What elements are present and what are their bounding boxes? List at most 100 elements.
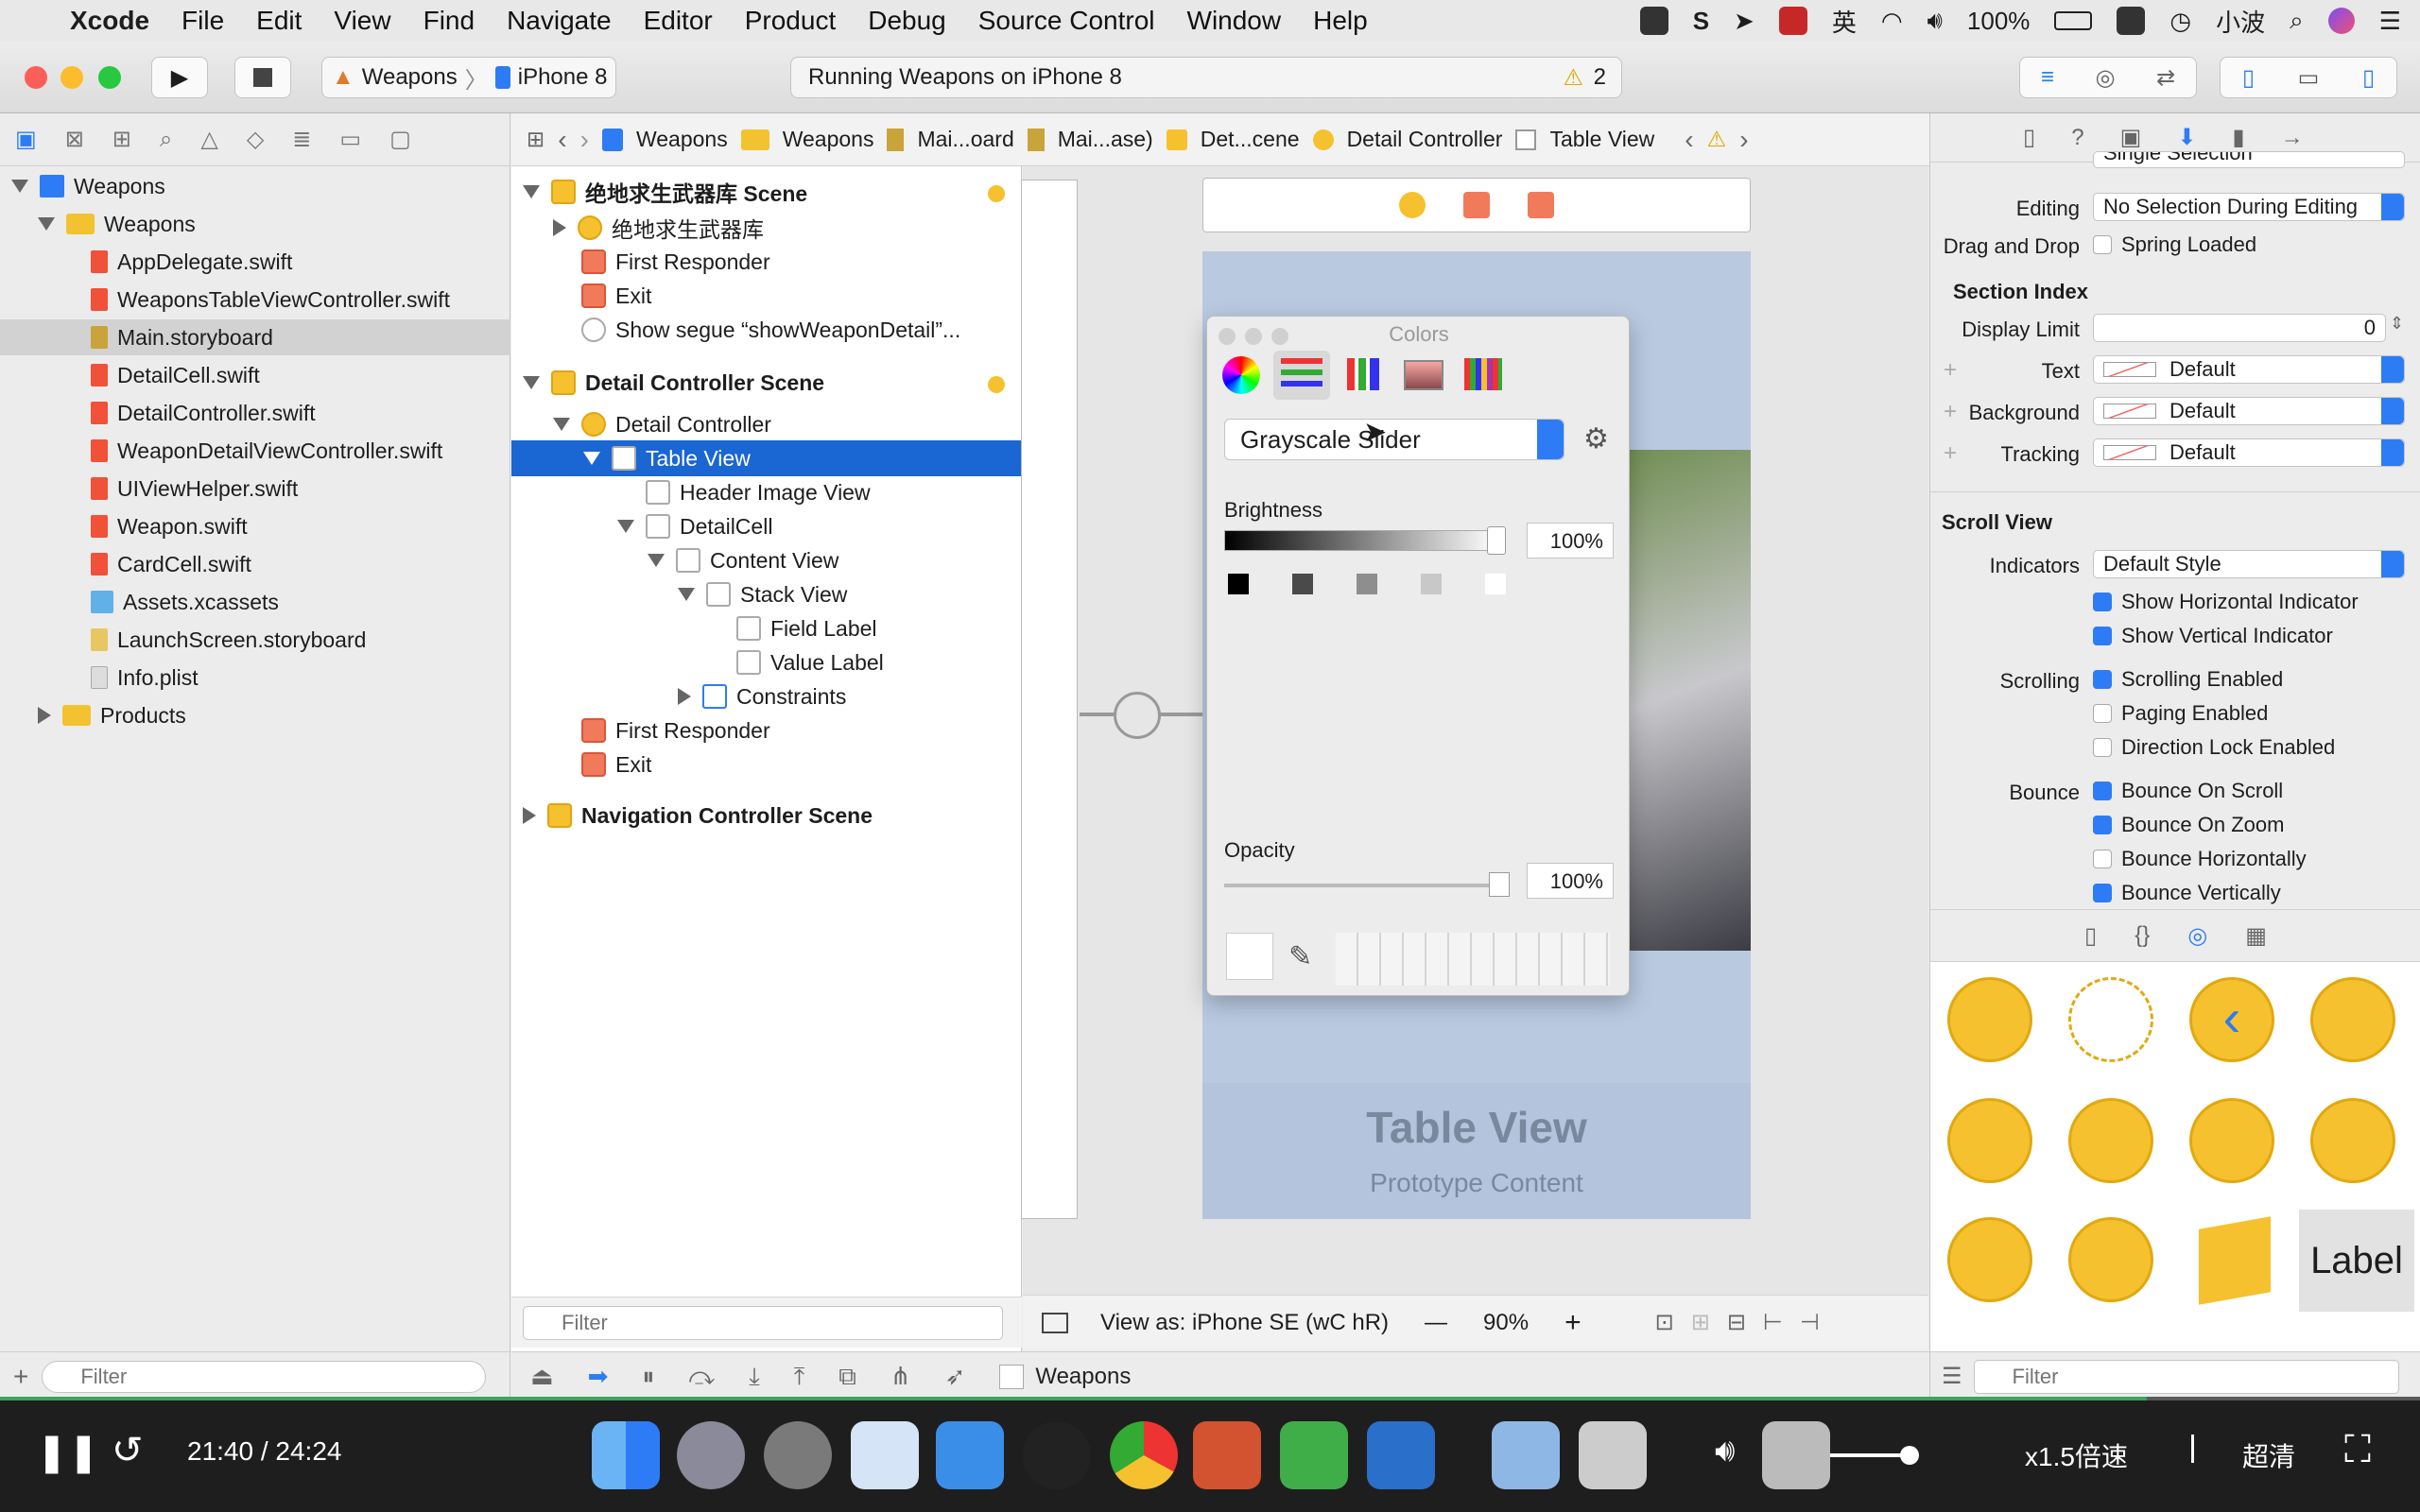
system-preferences-dock-icon[interactable]	[764, 1421, 832, 1489]
standard-editor-icon[interactable]: ≡	[2041, 64, 2054, 91]
utilities-toggle-icon[interactable]: ▯	[2362, 64, 2375, 92]
back-icon[interactable]: ‹	[1685, 125, 1693, 155]
stop-button[interactable]	[234, 57, 291, 98]
object-icon[interactable]	[2199, 1216, 2271, 1305]
symbol-icon[interactable]: ⊞	[112, 126, 131, 153]
outline-row[interactable]: DetailCell	[617, 508, 772, 544]
outline-row[interactable]: First Responder	[581, 244, 770, 280]
menu-product[interactable]: Product	[745, 6, 837, 36]
outline-row[interactable]: First Responder	[581, 713, 770, 748]
evernote-icon[interactable]	[1639, 7, 1668, 35]
align-icon[interactable]: ⊟	[1727, 1309, 1746, 1336]
menu-debug[interactable]: Debug	[868, 6, 946, 36]
qq-dock-icon[interactable]	[1023, 1421, 1091, 1489]
list-view-icon[interactable]: ☰	[1942, 1363, 1962, 1390]
embed-in-icon[interactable]: ⊞	[1691, 1309, 1710, 1336]
report-icon[interactable]: ▢	[389, 126, 411, 153]
list-item[interactable]: Weapons	[11, 168, 165, 204]
battery-icon[interactable]	[2054, 11, 2093, 30]
label-library-item[interactable]: Label	[2299, 1210, 2414, 1312]
list-item[interactable]: WeaponDetailViewController.swift	[91, 433, 442, 469]
resolve-icon[interactable]: ⊣	[1800, 1309, 1820, 1336]
media-library-icon[interactable]: ▦	[2245, 922, 2267, 950]
editing-popup[interactable]: No Selection During Editing	[2093, 193, 2405, 221]
volume-icon[interactable]: 🔊︎	[1927, 6, 1943, 36]
outline-row[interactable]: Content View	[648, 542, 838, 578]
red-app-icon[interactable]	[1778, 7, 1807, 35]
brightness-input[interactable]: 100%	[1527, 523, 1614, 558]
swatch-grid[interactable]	[1336, 933, 1610, 986]
jump-item[interactable]: Mai...oard	[917, 127, 1013, 152]
attributes-inspector-icon[interactable]: ⬇	[2177, 124, 2196, 151]
jump-item[interactable]: Table View	[1549, 127, 1654, 152]
debug-toggle-icon[interactable]: ▭	[2298, 64, 2320, 92]
checkbox-box[interactable]	[2093, 884, 2112, 902]
checkbox-box[interactable]	[2093, 670, 2112, 689]
tab-bar-controller-icon[interactable]	[2068, 1098, 2153, 1183]
menu-find[interactable]: Find	[424, 6, 475, 36]
video-quality[interactable]: 超清	[2242, 1436, 2295, 1474]
menu-editor[interactable]: Editor	[644, 6, 713, 36]
bounce-zoom-checkbox[interactable]: Bounce On Zoom	[2093, 813, 2284, 837]
test-icon[interactable]: ◇	[247, 126, 264, 153]
identity-inspector-icon[interactable]: ▣	[2120, 124, 2142, 151]
outline-filter-input[interactable]	[523, 1305, 1003, 1340]
ime-indicator[interactable]: 英	[1832, 4, 1857, 39]
gear-icon[interactable]: ⚙	[1583, 422, 1609, 455]
notification-center-icon[interactable]: ☰	[2379, 7, 2401, 36]
navigation-controller-icon[interactable]: ‹	[2189, 977, 2274, 1062]
list-item[interactable]: LaunchScreen.storyboard	[91, 622, 366, 658]
assistant-editor-icon[interactable]: ◎	[2095, 64, 2115, 92]
version-editor-icon[interactable]: ⇄	[2156, 64, 2175, 92]
menu-edit[interactable]: Edit	[256, 6, 302, 36]
folder-icon[interactable]: ▣	[15, 126, 37, 153]
disclosure-icon[interactable]	[553, 219, 566, 236]
step-in-icon[interactable]: ⤓	[749, 1362, 760, 1392]
zoom-in-icon[interactable]: +	[1564, 1307, 1582, 1339]
close-window-button[interactable]	[25, 66, 47, 89]
disclosure-icon[interactable]	[678, 688, 691, 705]
bounce-scroll-checkbox[interactable]: Bounce On Scroll	[2093, 779, 2283, 803]
checkbox-box[interactable]	[2093, 593, 2112, 611]
disclosure-icon[interactable]	[617, 520, 634, 533]
warning-icon[interactable]: ⚠	[1563, 64, 1583, 92]
simulate-location-icon[interactable]: ➶	[945, 1362, 966, 1391]
opacity-slider[interactable]	[1224, 884, 1508, 887]
swatch-white[interactable]	[1485, 574, 1506, 594]
selection-popup[interactable]: Single Selection	[2093, 151, 2405, 168]
size-inspector-icon[interactable]: ▮	[2232, 124, 2244, 151]
current-color-well[interactable]	[1226, 933, 1273, 980]
send-icon[interactable]: ➤	[1734, 7, 1754, 36]
checkbox-box[interactable]	[2093, 738, 2112, 757]
menu-view[interactable]: View	[334, 6, 390, 36]
view-hierarchy-icon[interactable]: ⧉	[838, 1362, 856, 1392]
list-item[interactable]: Weapon.swift	[91, 508, 248, 544]
zoom-window-button[interactable]	[98, 66, 121, 89]
view-as-label[interactable]: View as: iPhone SE (wC hR)	[1100, 1310, 1389, 1336]
exit-icon[interactable]	[1528, 192, 1554, 218]
list-item[interactable]: CardCell.swift	[91, 546, 251, 582]
menu-file[interactable]: File	[182, 6, 224, 36]
disclosure-icon[interactable]	[523, 807, 536, 824]
outline-row-selected[interactable]: Table View	[511, 440, 1022, 476]
launchpad-dock-icon[interactable]	[677, 1421, 745, 1489]
split-view-controller-icon[interactable]	[2189, 1098, 2274, 1183]
outline-row[interactable]: Detail Controller	[553, 406, 771, 442]
wifi-icon[interactable]: ◠	[1881, 7, 1903, 36]
xcode-dock-icon[interactable]	[936, 1421, 1004, 1489]
s-icon[interactable]: S	[1693, 7, 1709, 36]
breakpoint-icon[interactable]: ▭	[339, 126, 361, 153]
show-vertical-checkbox[interactable]: Show Vertical Indicator	[2093, 624, 2333, 648]
minimize-window-button[interactable]	[60, 66, 83, 89]
trash-dock-icon[interactable]	[1762, 1421, 1830, 1489]
back-icon[interactable]: ‹	[558, 125, 566, 155]
jump-item[interactable]: Det...cene	[1201, 127, 1300, 152]
segue-icon[interactable]	[1114, 692, 1161, 739]
list-item[interactable]: UIViewHelper.swift	[91, 471, 298, 507]
swatch-black[interactable]	[1228, 574, 1249, 594]
list-item[interactable]: Products	[38, 697, 186, 733]
outline-row[interactable]: Constraints	[678, 679, 846, 714]
process-label[interactable]: Weapons	[1035, 1364, 1131, 1390]
scene-header[interactable]: 绝地求生武器库 Scene	[523, 174, 807, 210]
outline-row[interactable]: Header Image View	[646, 474, 871, 510]
